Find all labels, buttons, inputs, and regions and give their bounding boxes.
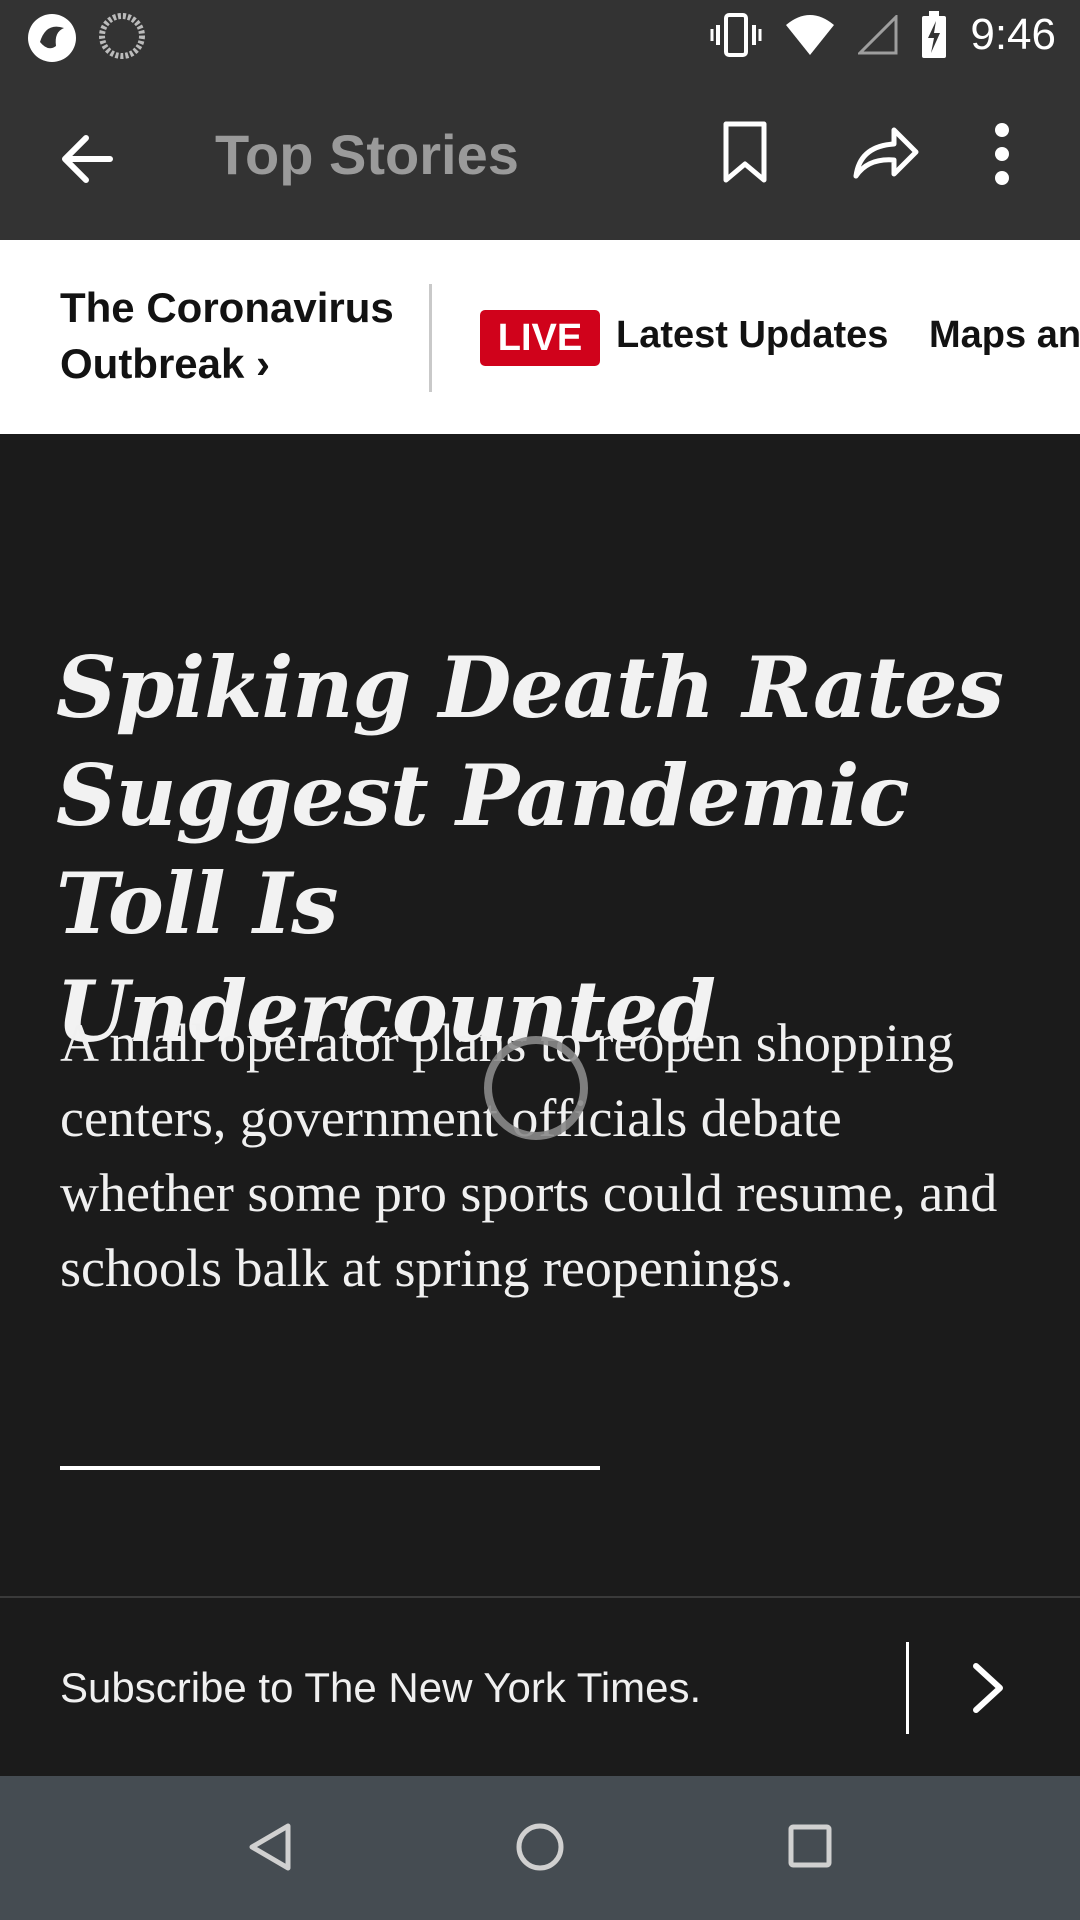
subscribe-text: Subscribe to The New York Times. [60, 1664, 702, 1711]
app-notification-icon [28, 14, 76, 62]
latest-updates-link[interactable]: Latest Updates [616, 314, 888, 357]
page-title: Top Stories [215, 123, 519, 186]
battery-charging-icon [922, 11, 947, 58]
chevron-right-icon[interactable] [968, 1658, 1008, 1718]
back-triangle-icon[interactable] [246, 1822, 294, 1872]
back-arrow-icon[interactable] [52, 124, 122, 194]
app-bar: Top Stories [0, 74, 1080, 240]
article-headline[interactable]: Spiking Death Rates Suggest Pandemic Tol… [56, 634, 1006, 1066]
topic-bar: The Coronavirus Outbreak › LIVE Latest U… [0, 240, 1080, 434]
loading-spinner-icon [484, 1036, 588, 1140]
divider-rule [60, 1466, 600, 1470]
subscribe-banner[interactable]: Subscribe to The New York Times. [0, 1596, 1080, 1778]
article-hero[interactable]: Spiking Death Rates Suggest Pandemic Tol… [0, 434, 1080, 1596]
topic-title-link[interactable]: The Coronavirus Outbreak › [60, 280, 400, 392]
signal-icon [858, 15, 898, 55]
bookmark-icon[interactable] [718, 120, 772, 186]
maps-link[interactable]: Maps and [929, 314, 1080, 357]
system-nav-bar [0, 1776, 1080, 1920]
topic-divider [429, 284, 432, 392]
more-vert-icon[interactable] [990, 120, 1014, 188]
sync-icon [99, 13, 145, 59]
status-time: 9:46 [970, 10, 1056, 59]
vibrate-icon [710, 13, 762, 57]
share-icon[interactable] [850, 122, 920, 182]
home-circle-icon[interactable] [515, 1822, 565, 1872]
live-badge: LIVE [480, 310, 600, 366]
recents-square-icon[interactable] [788, 1824, 832, 1868]
status-bar: 9:46 [0, 0, 1080, 74]
wifi-icon [786, 15, 835, 55]
subscribe-divider [906, 1642, 909, 1734]
